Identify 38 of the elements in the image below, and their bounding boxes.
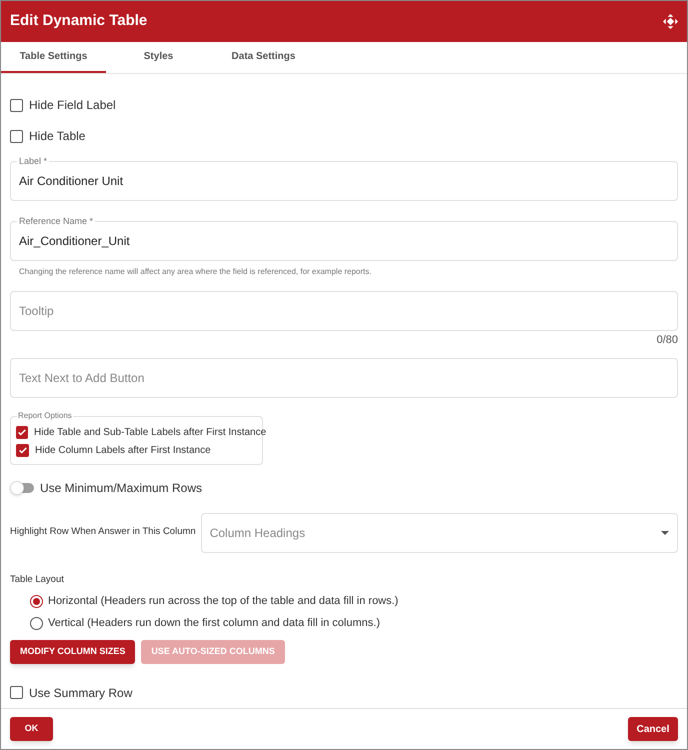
radio-label: Vertical (Headers run down the first column and data fill in columns.) (48, 616, 380, 632)
section-title: Table Layout (10, 572, 65, 586)
tooltip-field[interactable]: Tooltip (10, 291, 678, 331)
checkbox-label: Hide Field Label (29, 97, 116, 114)
checkbox-label: Hide Table and Sub-Table Labels after First Instance (34, 426, 266, 440)
dropdown-placeholder: Column Headings (210, 524, 306, 542)
checkbox-label: Use Summary Row (29, 684, 132, 702)
group-label: Report Options (17, 410, 73, 420)
cancel-button[interactable]: Cancel (628, 717, 678, 741)
field-value: Air Conditioner Unit (19, 173, 124, 190)
checkbox[interactable] (16, 444, 29, 456)
tab[interactable]: Data Settings (211, 42, 316, 73)
checkbox-label: Hide Table (29, 128, 86, 145)
tab[interactable]: Styles (106, 42, 211, 73)
radio-button[interactable] (30, 617, 43, 630)
column-headings-dropdown[interactable]: Column Headings (200, 512, 678, 552)
field-label: Highlight Row When Answer in This Column (10, 525, 196, 540)
checkbox[interactable] (10, 98, 23, 112)
radio-label: Horizontal (Headers run across the top of the table and data fill in rows.) (48, 594, 398, 609)
helper-text: Changing the reference name will affect any area where the field is referenced, for example reports. (19, 266, 372, 278)
ok-button[interactable]: OK (10, 717, 53, 741)
checkbox-label: Hide Column Labels after First Instance (35, 444, 211, 458)
field-label: Label * (17, 155, 50, 167)
switch-label: Use Minimum/Maximum Rows (40, 480, 202, 496)
toggle-switch[interactable] (10, 482, 34, 492)
tab[interactable]: Table Settings (1, 42, 106, 73)
field-label: Reference Name * (17, 215, 96, 227)
column-size-button[interactable]: MODIFY COLUMN SIZES (10, 640, 136, 664)
checkbox[interactable] (16, 426, 28, 438)
move-icon[interactable] (663, 14, 678, 29)
checkbox[interactable] (10, 130, 23, 142)
add-button-text-field[interactable]: Text Next to Add Button (10, 358, 678, 398)
radio-button[interactable] (30, 594, 43, 608)
field-value: Air_Conditioner_Unit (19, 233, 130, 250)
character-counter: 0/80 (656, 333, 678, 348)
caret-icon (661, 530, 669, 534)
window-title: Edit Dynamic Table (10, 11, 148, 32)
checkbox[interactable] (10, 686, 23, 700)
